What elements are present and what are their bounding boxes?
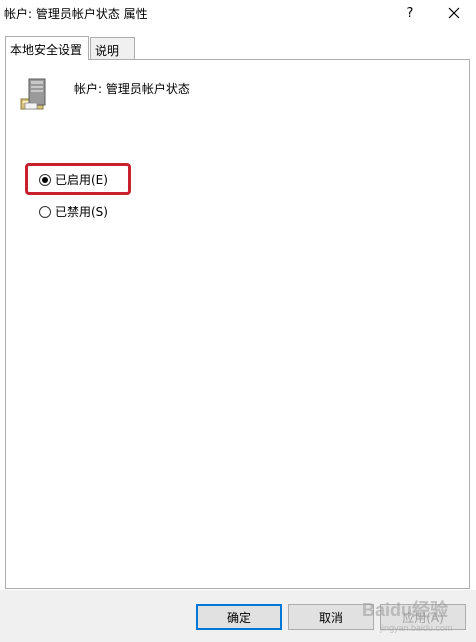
disabled-option[interactable]: 已禁用(S) bbox=[39, 203, 108, 220]
close-button[interactable] bbox=[438, 1, 470, 25]
apply-button[interactable]: 应用(A) bbox=[380, 604, 466, 630]
help-button[interactable]: ? bbox=[398, 2, 422, 24]
title-bar: 帐户: 管理员帐户状态 属性 ? bbox=[0, 0, 476, 28]
disabled-label: 已禁用(S) bbox=[55, 205, 108, 219]
policy-name: 帐户: 管理员帐户状态 bbox=[74, 82, 190, 96]
tab-label: 本地安全设置 bbox=[10, 43, 83, 57]
enabled-radio[interactable] bbox=[39, 173, 51, 186]
enabled-option[interactable]: 已启用(E) bbox=[39, 171, 108, 188]
apply-label: 应用(A) bbox=[402, 610, 444, 625]
tab-local-security-setting[interactable]: 本地安全设置 bbox=[5, 36, 89, 60]
settings-panel: 帐户: 管理员帐户状态 已启用(E) 已禁用(S) bbox=[5, 59, 470, 589]
tab-strip: 本地安全设置 说明 bbox=[5, 36, 470, 60]
disabled-radio[interactable] bbox=[39, 205, 51, 218]
cancel-button[interactable]: 取消 bbox=[288, 604, 374, 630]
tab-label: 说明 bbox=[95, 44, 120, 58]
help-label: ? bbox=[406, 5, 414, 21]
ok-label: 确定 bbox=[226, 610, 251, 625]
close-icon bbox=[448, 7, 460, 19]
window-title: 帐户: 管理员帐户状态 属性 bbox=[4, 7, 148, 21]
ok-button[interactable]: 确定 bbox=[196, 604, 282, 630]
enabled-label: 已启用(E) bbox=[55, 173, 108, 187]
server-icon bbox=[20, 78, 46, 110]
cancel-label: 取消 bbox=[318, 610, 343, 625]
tab-explain[interactable]: 说明 bbox=[90, 37, 135, 59]
